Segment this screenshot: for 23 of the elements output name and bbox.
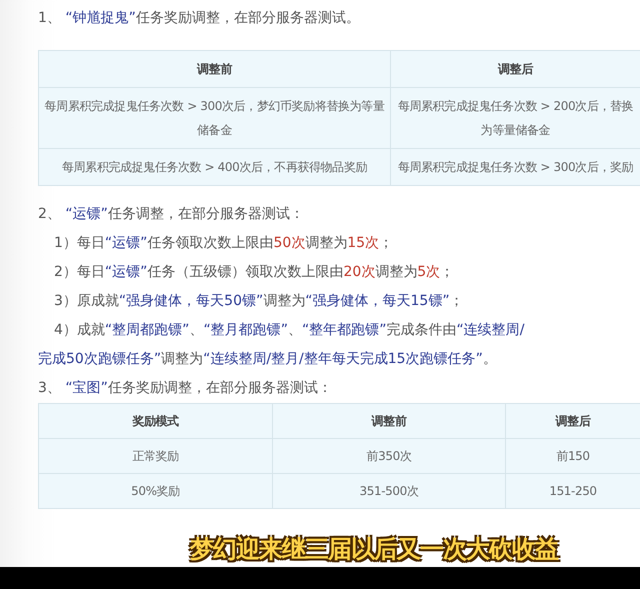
table-header-cell: 调整前 — [273, 404, 506, 439]
table-header-cell: 奖励模式 — [39, 404, 273, 439]
table-cell: 正常奖励 — [39, 439, 273, 474]
list-item-text: 1）每日“运镖”任务领取次数上限由50次调整为15次； — [53, 234, 394, 253]
table-cell: 每周累积完成捉鬼任务次数 > 300次后，梦幻币奖励将替换为等量储备金 — [39, 88, 391, 149]
table-cell: 每周累积完成捉鬼任务次数 > 400次后，不再获得物品奖励 — [39, 149, 391, 186]
section-heading: 2、 “运镖”任务调整，在部分服务器测试： — [38, 205, 305, 224]
list-item-text: 2）每日“运镖”任务（五级镖）领取次数上限由20次调整为5次； — [53, 263, 456, 282]
table-cell: 351-500次 — [273, 474, 506, 509]
section-heading: 3、 “宝图”任务奖励调整，在部分服务器测试： — [38, 379, 333, 398]
table-header-cell: 调整后 — [506, 404, 640, 439]
table-cell: 151-250 — [506, 474, 640, 509]
table-header-cell: 调整后 — [391, 51, 640, 88]
table-cell: 前350次 — [273, 439, 506, 474]
table-cell: 前150 — [506, 439, 640, 474]
table-cell: 50%奖励 — [39, 474, 273, 509]
section-heading: 1、 “钟馗捉鬼”任务奖励调整，在部分服务器测试。 — [38, 9, 361, 28]
table-cell: 每周累积完成捉鬼任务次数 > 300次后，奖励 — [391, 149, 640, 186]
table-header-cell: 调整前 — [39, 51, 391, 88]
table-cell: 每周累积完成捉鬼任务次数 > 200次后，替换为等量储备金 — [391, 88, 640, 149]
list-item-text: 3）原成就“强身健体，每天50镖”调整为“强身健体，每天15镖”； — [53, 292, 465, 311]
list-item-text: 4）成就“整周都跑镖”、“整月都跑镖”、“整年都跑镖”完成条件由“连续整周/ 完成50次跑镖任务”调整为“连续整周/整月/整年每天完成15次跑镖任务”。 — [38, 321, 526, 369]
video-subtitle: 梦幻迎来继三届以后又一次大砍收益 — [190, 534, 558, 565]
